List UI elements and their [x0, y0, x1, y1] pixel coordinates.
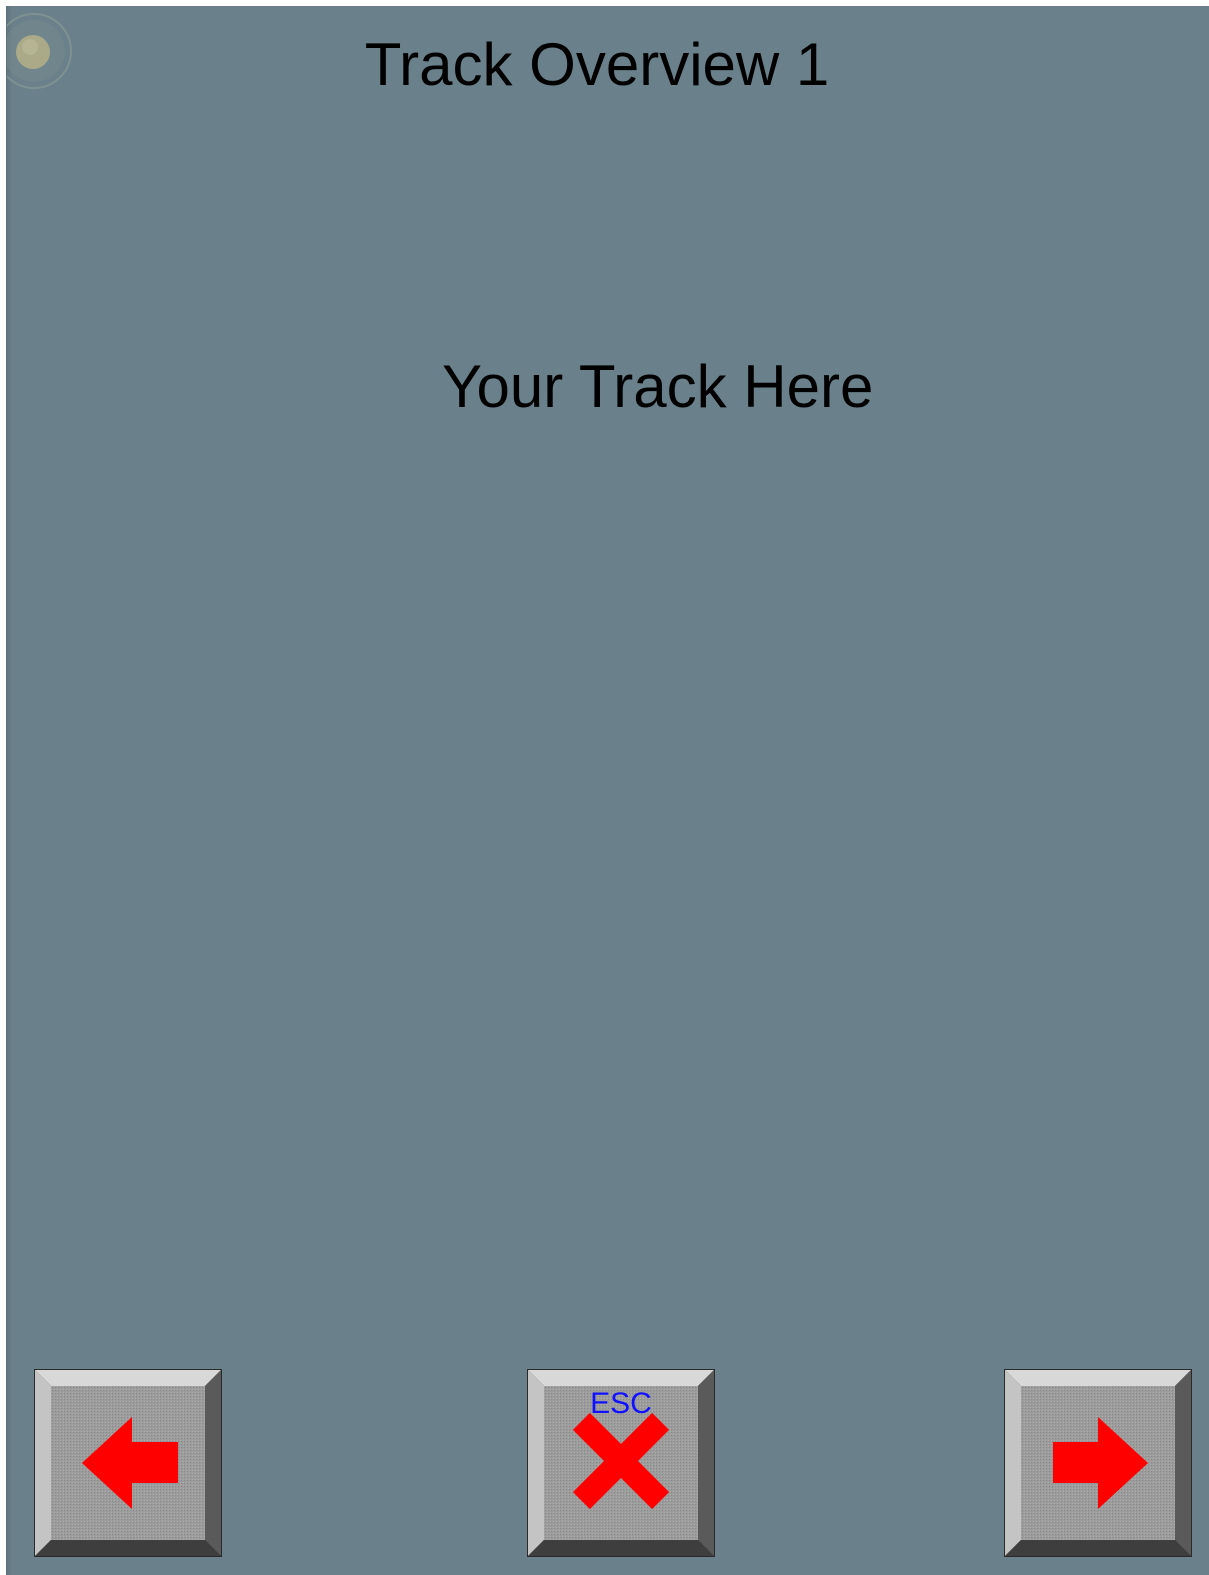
escape-button[interactable]: ESC [527, 1369, 715, 1557]
track-placeholder-label: Your Track Here [442, 353, 874, 420]
esc-label: ESC [590, 1387, 652, 1420]
arrow-right-icon [1053, 1417, 1148, 1509]
hmi-screen: Track Overview 1 Your Track Here ESC [0, 0, 1209, 1575]
left-edge-shadow [6, 6, 12, 1575]
arrow-left-icon [82, 1417, 178, 1509]
next-button[interactable] [1004, 1369, 1192, 1557]
page-title: Track Overview 1 [364, 31, 830, 98]
previous-button[interactable] [34, 1369, 222, 1557]
main-panel [6, 6, 1209, 1575]
